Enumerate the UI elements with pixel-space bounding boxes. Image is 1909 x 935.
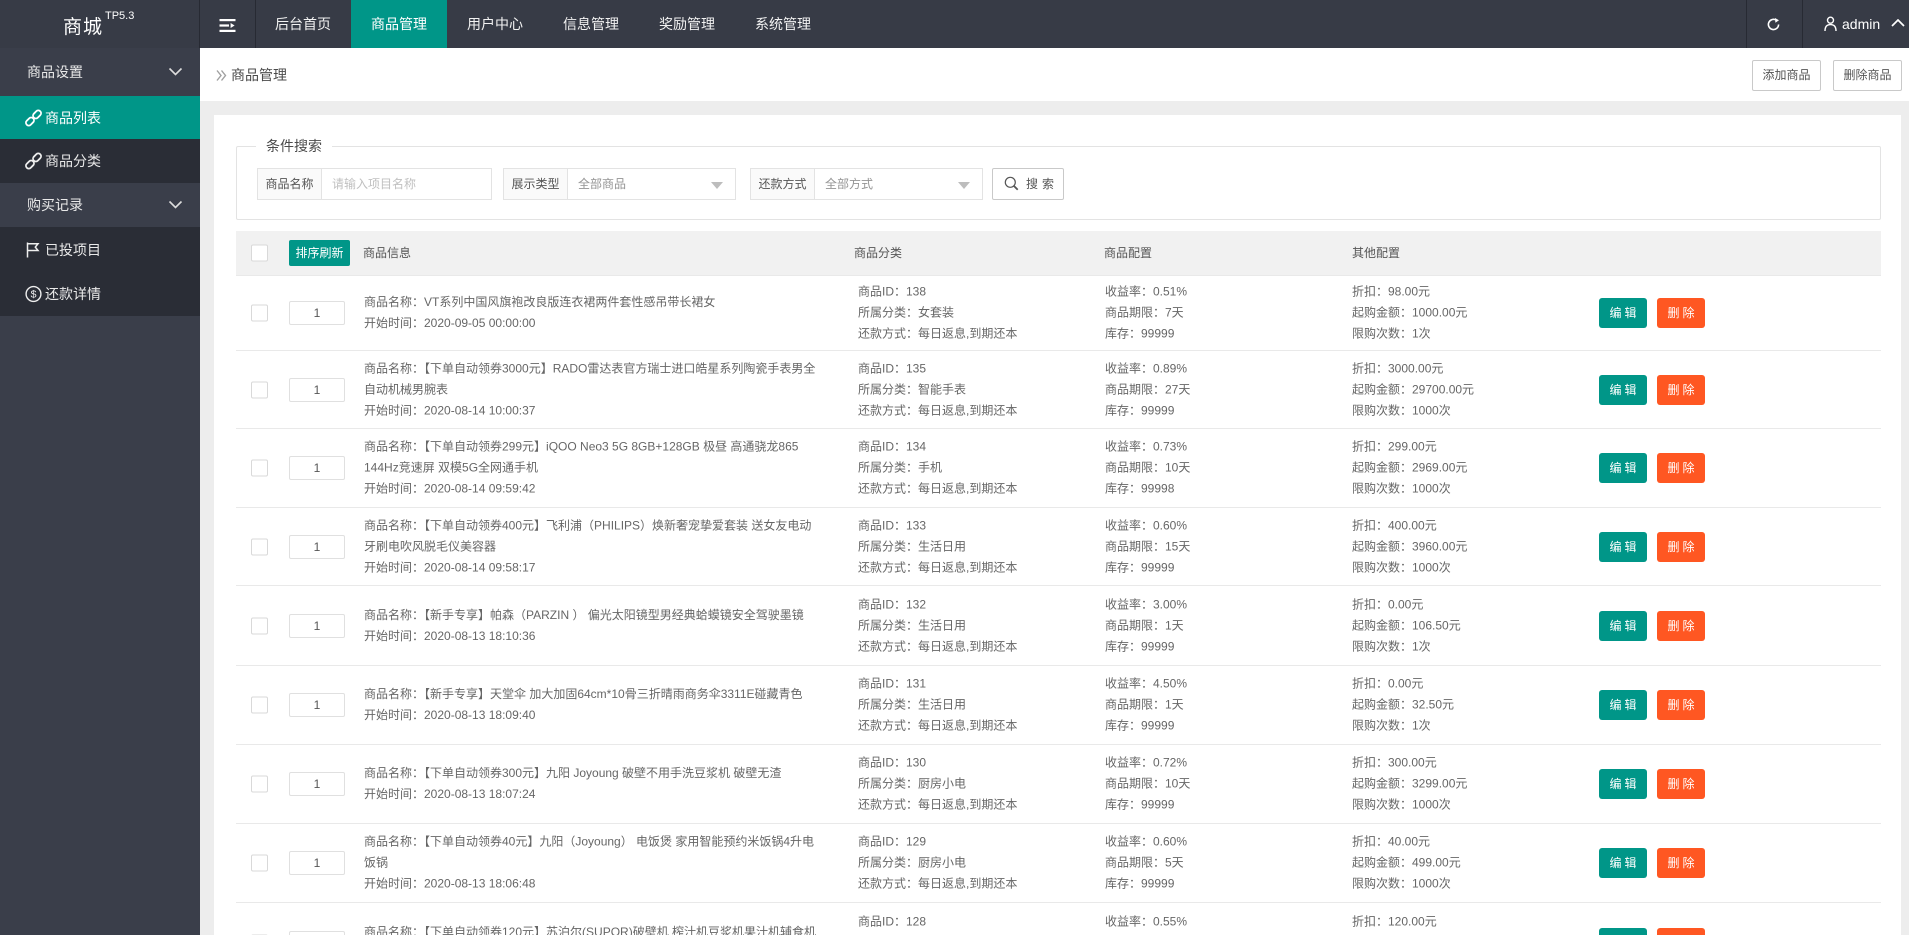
svg-text:$: $ [31,289,37,301]
